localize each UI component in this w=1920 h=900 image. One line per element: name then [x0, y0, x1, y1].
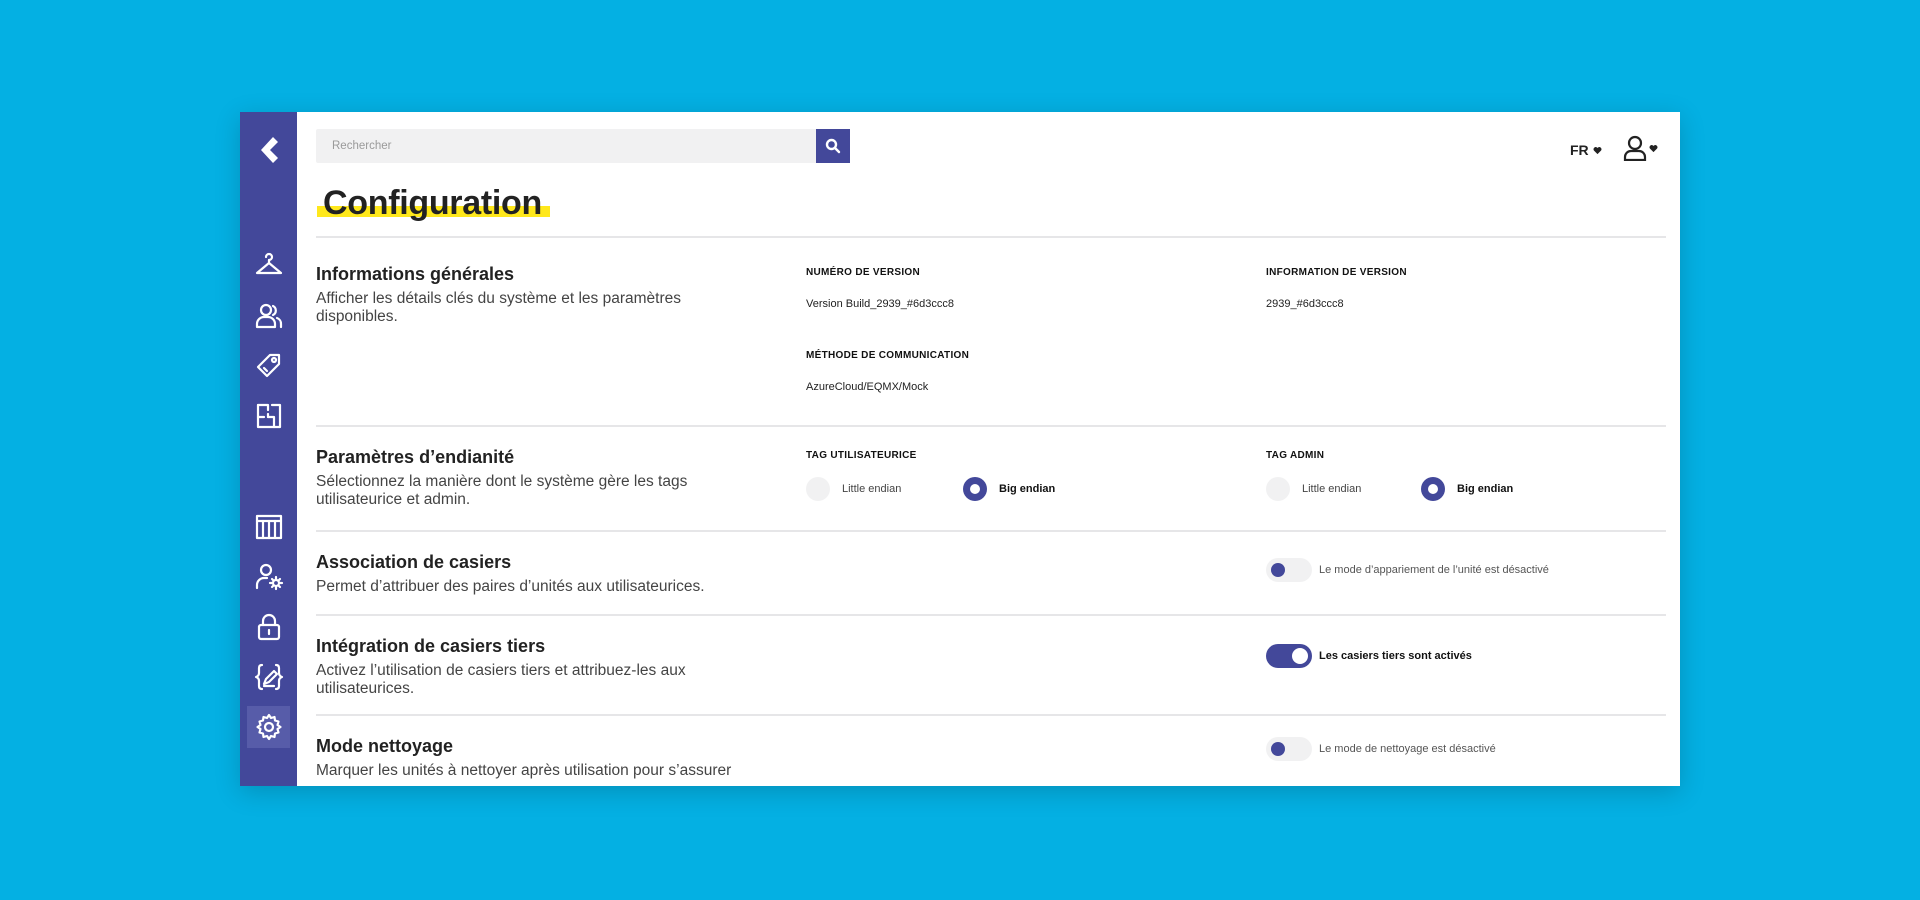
- floor-plan-icon[interactable]: [247, 395, 290, 437]
- section-title-endian: Paramètres d’endianité: [316, 447, 515, 467]
- section-desc-general: Afficher les détails clés du système et …: [316, 290, 681, 325]
- user-icon: [1623, 135, 1647, 161]
- search-input[interactable]: [316, 129, 816, 163]
- section-title-third-party: Intégration de casiers tiers: [316, 636, 546, 656]
- version-number-value: Version Build_2939_#6d3ccc8: [806, 298, 955, 310]
- lock-icon[interactable]: [247, 606, 290, 648]
- user-tag-big-endian-radio[interactable]: Big endian: [963, 477, 1055, 501]
- toggle-knob: [1271, 563, 1285, 577]
- back-chevron-icon[interactable]: [247, 129, 290, 171]
- toggle-label: Le mode de nettoyage est désactivé: [1319, 743, 1496, 755]
- third-party-toggle[interactable]: Les casiers tiers sont activés: [1266, 644, 1472, 668]
- section-desc-cleaning: Marquer les unités à nettoyer après util…: [316, 762, 732, 779]
- version-number-label: NUMÉRO DE VERSION: [806, 267, 921, 278]
- radio-label: Big endian: [1457, 483, 1514, 495]
- toggle-knob: [1271, 742, 1285, 756]
- tag-icon[interactable]: [247, 345, 290, 387]
- section-title-pairing: Association de casiers: [316, 552, 512, 572]
- gear-icon[interactable]: [247, 706, 290, 748]
- chevron-heart-icon: [1649, 144, 1658, 152]
- search-box: [316, 129, 816, 163]
- version-info-label: INFORMATION DE VERSION: [1266, 267, 1407, 278]
- radio-dot: [1266, 477, 1290, 501]
- toggle-label: Les casiers tiers sont activés: [1319, 650, 1472, 662]
- communication-value: AzureCloud/EQMX/Mock: [806, 381, 929, 393]
- toggle-track: [1266, 644, 1312, 668]
- toggle-track: [1266, 558, 1312, 582]
- section-title-cleaning: Mode nettoyage: [316, 736, 454, 756]
- section-title-general: Informations générales: [316, 264, 515, 284]
- code-edit-icon[interactable]: [247, 656, 290, 698]
- divider: [316, 236, 1666, 238]
- hanger-icon[interactable]: [247, 245, 290, 287]
- page-title: Configuration: [317, 184, 550, 223]
- toggle-label: Le mode d’appariement de l’unité est dés…: [1319, 564, 1549, 576]
- divider: [316, 530, 1666, 532]
- radio-label: Little endian: [1302, 483, 1362, 495]
- user-tag-label: TAG UTILISATEURICE: [806, 450, 917, 461]
- admin-tag-little-endian-radio[interactable]: Little endian: [1266, 477, 1361, 501]
- main-content: FR Configuration Informations générales …: [297, 112, 1680, 786]
- divider: [316, 425, 1666, 427]
- language-selector[interactable]: FR: [1570, 142, 1602, 158]
- pairing-toggle[interactable]: Le mode d’appariement de l’unité est dés…: [1266, 558, 1549, 582]
- app-window: FR Configuration Informations générales …: [240, 112, 1680, 786]
- admin-tag-label: TAG ADMIN: [1266, 450, 1325, 461]
- radio-dot: [963, 477, 987, 501]
- search-button[interactable]: [816, 129, 850, 163]
- divider: [316, 714, 1666, 716]
- section-desc-pairing: Permet d’attribuer des paires d’unités a…: [316, 578, 705, 595]
- lockers-icon[interactable]: [247, 506, 290, 548]
- page-title-wrap: Configuration: [317, 184, 550, 223]
- admin-tag-big-endian-radio[interactable]: Big endian: [1421, 477, 1513, 501]
- sidebar: [240, 112, 297, 786]
- language-label: FR: [1570, 142, 1589, 158]
- chevron-heart-icon: [1593, 146, 1602, 154]
- user-tag-little-endian-radio[interactable]: Little endian: [806, 477, 901, 501]
- radio-label: Big endian: [999, 483, 1056, 495]
- section-desc-third-party: Activez l’utilisation de casiers tiers e…: [316, 662, 686, 697]
- toggle-track: [1266, 737, 1312, 761]
- section-desc-endian: Sélectionnez la manière dont le système …: [316, 473, 688, 508]
- search-icon: [825, 138, 841, 154]
- radio-label: Little endian: [842, 483, 902, 495]
- radio-dot: [806, 477, 830, 501]
- users-icon[interactable]: [247, 295, 290, 337]
- communication-label: MÉTHODE DE COMMUNICATION: [806, 350, 970, 361]
- user-settings-icon[interactable]: [247, 556, 290, 598]
- radio-dot: [1421, 477, 1445, 501]
- toggle-knob: [1292, 648, 1308, 664]
- cleaning-toggle[interactable]: Le mode de nettoyage est désactivé: [1266, 737, 1496, 761]
- version-info-value: 2939_#6d3ccc8: [1266, 298, 1344, 310]
- divider: [316, 614, 1666, 616]
- user-menu[interactable]: [1623, 135, 1658, 161]
